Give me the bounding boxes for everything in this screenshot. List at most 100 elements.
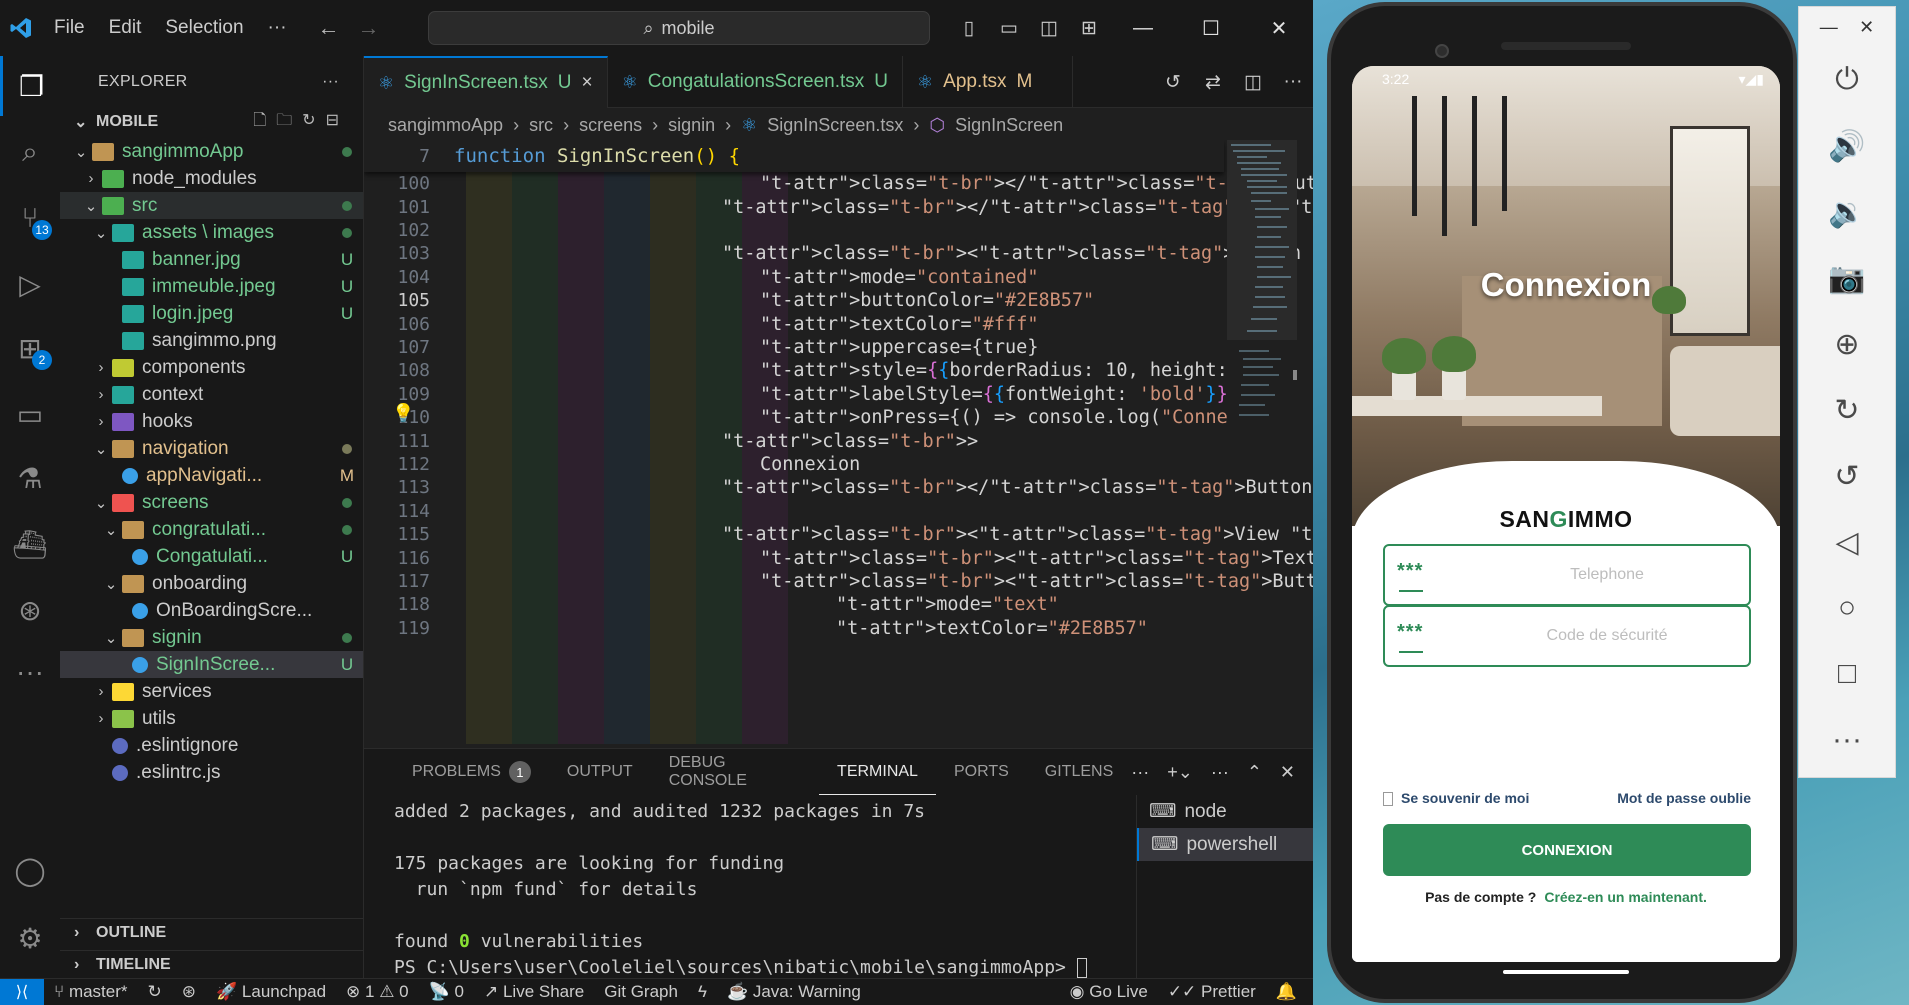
tree-item[interactable]: › node_modules (60, 165, 363, 192)
tree-item[interactable]: sangimmo.png (60, 327, 363, 354)
lightbulb-icon[interactable]: 💡 (392, 403, 414, 424)
forgot-password-link[interactable]: Mot de passe oublie (1617, 790, 1751, 806)
code-editor[interactable]: 7 function SignInScreen() { 100 "t-attr">… (364, 140, 1313, 744)
tree-item[interactable]: ⌄ navigation (60, 435, 363, 462)
tree-item[interactable]: › hooks (60, 408, 363, 435)
code-line[interactable]: 101 "t-attr">class="t-br"></"t-attr">clas… (364, 195, 1313, 218)
tab-congatulationsscreen[interactable]: ⚛ CongatulationsScreen.tsx U (608, 56, 904, 108)
terminal-more-icon[interactable]: ··· (1211, 762, 1229, 783)
code-line[interactable]: 112 Connexion (364, 453, 1224, 476)
code-line[interactable]: 104 "t-attr">mode="contained" (364, 266, 1224, 289)
phone-input[interactable]: *** Telephone (1383, 544, 1751, 606)
tree-item[interactable]: immeuble.jpeg U (60, 273, 363, 300)
create-account-link[interactable]: Créez-en un maintenant. (1544, 889, 1707, 905)
menu-edit[interactable]: Edit (97, 17, 154, 39)
close-window-button[interactable]: ✕ (1245, 0, 1313, 56)
git-graph[interactable]: Git Graph (594, 982, 688, 1002)
outline-section[interactable]: › OUTLINE (60, 918, 363, 946)
overview-icon[interactable]: □ (1799, 641, 1895, 707)
gitlens-status-icon[interactable]: ⊛ (172, 982, 206, 1002)
tree-item[interactable]: ⌄ src (60, 192, 363, 219)
tree-item[interactable]: login.jpeg U (60, 300, 363, 327)
security-code-input[interactable]: *** Code de sécurité (1383, 605, 1751, 667)
workspace-section-header[interactable]: ⌄ MOBILE 🗋🗀↻⊟ (60, 108, 363, 136)
menu-selection[interactable]: Selection (153, 17, 255, 39)
code-line[interactable]: 115 "t-attr">class="t-br"><"t-attr">class… (364, 523, 1313, 546)
tab-problems[interactable]: PROBLEMS 1 (394, 749, 549, 795)
power-icon[interactable]: ⏻ (1799, 47, 1895, 113)
code-line[interactable]: 100 "t-attr">class="t-br"></"t-attr">clas… (364, 172, 1313, 195)
problems-status[interactable]: ⊗ 1 ⚠ 0 (336, 982, 419, 1002)
remote-indicator-icon[interactable]: ⟩⟨ (0, 978, 44, 1005)
tree-item[interactable]: ⌄ signin (60, 624, 363, 651)
tree-item[interactable]: .eslintrc.js (60, 759, 363, 786)
rotate-left-icon[interactable]: ↺ (1799, 443, 1895, 509)
java-status[interactable]: ☕ Java: Warning (717, 982, 871, 1002)
explorer-actions[interactable]: 🗋🗀↻⊟ (253, 109, 349, 136)
explorer-files-icon[interactable]: ❐ (0, 56, 60, 116)
sync-icon[interactable]: ↻ (138, 982, 172, 1002)
tree-item[interactable]: OnBoardingScre... (60, 597, 363, 624)
code-line[interactable]: 108 "t-attr">style={{borderRadius: 10, he… (364, 359, 1227, 382)
tree-item[interactable]: ⌄ congratulati... (60, 516, 363, 543)
tab-terminal[interactable]: TERMINAL (819, 749, 936, 795)
toggle-sidebar-icon[interactable]: ▯ (949, 0, 989, 56)
launchpad[interactable]: 🚀 Launchpad (206, 982, 336, 1002)
tree-item[interactable]: › context (60, 381, 363, 408)
code-line[interactable]: 110 "t-attr">onPress={() => console.log("… (364, 406, 1227, 429)
tree-item[interactable]: ⌄ sangimmoApp (60, 138, 363, 165)
go-live[interactable]: ◉ Go Live (1060, 982, 1158, 1002)
phone-screen[interactable]: 3:22 ▾◢▮ Connexion SANGIMMO *** Telephon… (1352, 66, 1780, 962)
emulator-close-button[interactable]: ✕ (1859, 17, 1874, 38)
camera-screenshot-icon[interactable]: 📷 (1799, 245, 1895, 311)
live-share[interactable]: ↗ Live Share (474, 982, 594, 1002)
code-line[interactable]: 119 "t-attr">textColor="#2E8B57" (364, 617, 1224, 640)
connexion-button[interactable]: CONNEXION (1383, 824, 1751, 876)
crumb-sangimmoapp[interactable]: sangimmoApp (388, 115, 503, 136)
terminal-output[interactable]: added 2 packages, and audited 1232 packa… (394, 801, 1114, 983)
split-editor-icon[interactable]: ◫ (1233, 54, 1273, 110)
tab-debug-console[interactable]: DEBUG CONSOLE (651, 749, 819, 795)
prettier[interactable]: ✓✓ Prettier (1158, 982, 1266, 1002)
notifications-bell-icon[interactable]: 🔔 (1266, 982, 1313, 1002)
tree-item[interactable]: appNavigati... M (60, 462, 363, 489)
menu-more[interactable]: ··· (256, 17, 299, 39)
accounts-icon[interactable]: ◯ (0, 840, 60, 900)
minimap[interactable] (1227, 140, 1297, 744)
tree-item[interactable]: ⌄ screens (60, 489, 363, 516)
toggle-secondary-sidebar-icon[interactable]: ◫ (1029, 0, 1069, 56)
maximize-button[interactable]: ☐ (1177, 0, 1245, 56)
maximize-panel-icon[interactable]: ⌃ (1247, 762, 1262, 783)
settings-gear-icon[interactable]: ⚙ (0, 908, 60, 968)
more-views-icon[interactable]: ··· (0, 642, 60, 702)
back-icon[interactable]: ◁ (1799, 509, 1895, 575)
run-debug-icon[interactable]: ▷ (0, 254, 60, 314)
more-actions-icon[interactable]: ··· (1273, 54, 1313, 110)
crumb-file[interactable]: SignInScreen.tsx (767, 115, 903, 136)
tree-item[interactable]: › components (60, 354, 363, 381)
tree-item[interactable]: ⌄ assets \ images (60, 219, 363, 246)
git-branch[interactable]: ⑂ master* (44, 982, 138, 1002)
lightning-icon[interactable]: ϟ (688, 982, 717, 1002)
close-panel-icon[interactable]: ✕ (1280, 762, 1295, 783)
menu-file[interactable]: File (42, 17, 97, 39)
code-line[interactable]: 114 (364, 500, 1224, 523)
source-control-icon[interactable]: ⑂ 13 (0, 188, 60, 248)
more-icon[interactable]: ··· (1131, 762, 1149, 783)
more-icon[interactable]: ··· (1799, 707, 1895, 773)
close-tab-icon[interactable]: × (582, 72, 593, 94)
tab-gitlens[interactable]: GITLENS (1027, 749, 1131, 795)
volume-down-icon[interactable]: 🔉 (1799, 179, 1895, 245)
back-arrow-icon[interactable]: ← (309, 15, 349, 41)
tab-signinscreen[interactable]: ⚛ SignInScreen.tsx U × (364, 56, 608, 108)
explorer-more-icon[interactable]: ··· (322, 73, 339, 91)
emulator-minimize-button[interactable]: — (1820, 17, 1838, 38)
search-activity-icon[interactable]: ⌕ (0, 122, 60, 182)
timeline-section[interactable]: › TIMELINE (60, 950, 363, 978)
extensions-icon[interactable]: ⊞ 2 (0, 318, 60, 378)
terminal-powershell[interactable]: ⌨ powershell (1137, 828, 1313, 861)
tree-item[interactable]: Congatulati... U (60, 543, 363, 570)
sticky-scroll-line[interactable]: 7 function SignInScreen() { (364, 140, 1224, 172)
tree-item[interactable]: banner.jpg U (60, 246, 363, 273)
tree-item[interactable]: ⌄ onboarding (60, 570, 363, 597)
